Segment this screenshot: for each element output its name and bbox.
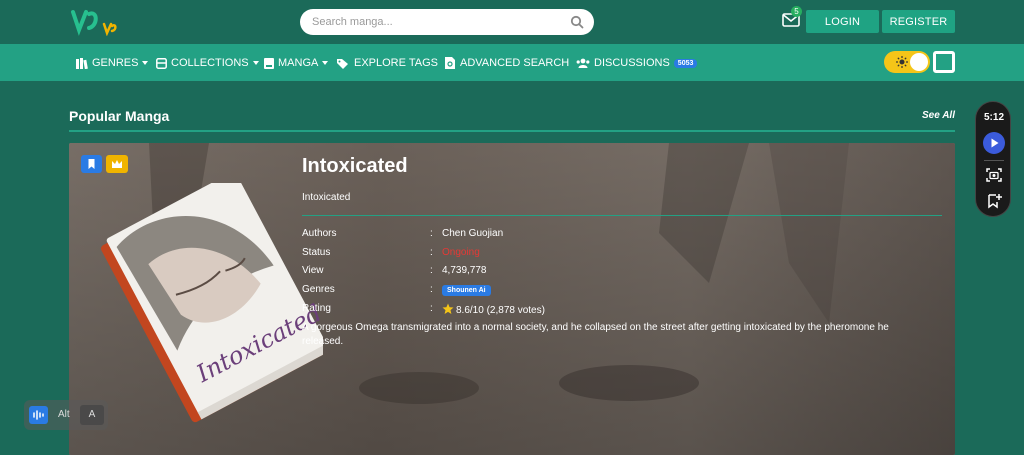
toggle-knob	[910, 53, 928, 71]
crown-button[interactable]	[106, 155, 128, 173]
mail-count-badge: 5	[791, 6, 802, 17]
collection-icon	[156, 57, 167, 69]
play-button[interactable]	[983, 132, 1005, 154]
colon: :	[430, 284, 433, 295]
see-all-link[interactable]: See All	[922, 110, 955, 121]
nav-collections[interactable]: COLLECTIONS	[156, 55, 259, 71]
discussions-count-badge: 5053	[673, 58, 698, 68]
nav-genres-label: GENRES	[92, 57, 139, 69]
crown-icon	[112, 160, 122, 168]
manga-cover[interactable]: Intoxicated	[83, 183, 323, 423]
info-divider	[302, 215, 942, 216]
bookmark-icon	[88, 159, 95, 169]
audio-wave-icon	[33, 410, 44, 420]
top-header: 5 LOGIN REGISTER	[0, 0, 1024, 44]
alt-text-toggle[interactable]: Alt	[58, 409, 70, 420]
featured-manga-card[interactable]: Intoxicated	[69, 143, 955, 455]
nav-manga[interactable]: MANGA	[264, 55, 329, 71]
view-label: View	[302, 265, 324, 276]
manga-alt-title: Intoxicated	[302, 192, 351, 203]
theme-toggle[interactable]	[884, 51, 930, 73]
floating-side-panel: 5:12	[975, 101, 1011, 217]
genres-value: Shounen Ai	[442, 284, 491, 296]
info-row-status: Status : Ongoing	[302, 247, 902, 261]
book-icon	[264, 57, 274, 69]
manga-title[interactable]: Intoxicated	[302, 155, 408, 178]
colon: :	[430, 247, 433, 258]
main-nav: GENRES COLLECTIONS MANGA EXPLORE TAGS AD…	[0, 44, 1024, 81]
section-title: Popular Manga	[69, 108, 170, 124]
audio-wave-button[interactable]	[29, 406, 48, 424]
star-icon	[442, 303, 454, 314]
play-icon	[991, 138, 999, 148]
status-value: Ongoing	[442, 247, 480, 258]
search-input[interactable]	[312, 16, 562, 28]
users-icon	[576, 58, 590, 68]
font-size-button[interactable]: A	[80, 405, 104, 425]
authors-label: Authors	[302, 228, 337, 239]
login-button[interactable]: LOGIN	[806, 10, 879, 33]
file-search-icon	[445, 57, 455, 69]
manga-synopsis: A gorgeous Omega transmigrated into a no…	[302, 322, 889, 347]
nav-genres[interactable]: GENRES	[76, 55, 149, 71]
rating-value: 8.6/10 (2,878 votes)	[456, 305, 545, 316]
sun-icon	[896, 56, 908, 68]
accessibility-widget: Alt A	[24, 400, 108, 430]
rating-label: Rating	[302, 303, 331, 314]
chevron-down-icon	[322, 61, 329, 65]
nav-discussions[interactable]: DISCUSSIONS 5053	[576, 55, 698, 71]
rating-value-wrap: 8.6/10 (2,878 votes)	[442, 303, 545, 316]
view-value: 4,739,778	[442, 265, 487, 276]
section-divider	[69, 130, 955, 132]
nav-explore-tags[interactable]: EXPLORE TAGS	[337, 55, 438, 71]
nav-manga-label: MANGA	[278, 57, 319, 69]
info-row-view: View : 4,739,778	[302, 265, 902, 279]
genres-label: Genres	[302, 284, 335, 295]
timer-display: 5:12	[983, 112, 1004, 123]
colon: :	[430, 228, 433, 239]
register-button[interactable]: REGISTER	[882, 10, 955, 33]
chevron-down-icon	[252, 61, 259, 65]
info-row-rating: Rating : 8.6/10 (2,878 votes)	[302, 303, 902, 317]
nav-discussions-label: DISCUSSIONS	[594, 57, 670, 69]
genre-tag[interactable]: Shounen Ai	[442, 285, 491, 296]
colon: :	[430, 265, 433, 276]
square-button[interactable]	[933, 51, 955, 73]
info-row-authors: Authors : Chen Guojian	[302, 228, 902, 242]
tags-icon	[337, 58, 348, 69]
status-label: Status	[302, 247, 331, 258]
authors-value[interactable]: Chen Guojian	[442, 228, 503, 239]
search-box[interactable]	[300, 9, 594, 35]
nav-collections-label: COLLECTIONS	[171, 57, 249, 69]
info-row-genres: Genres : Shounen Ai	[302, 284, 902, 298]
chevron-down-icon	[142, 61, 149, 65]
bookmark-button[interactable]	[81, 155, 102, 173]
colon: :	[430, 303, 433, 314]
site-logo[interactable]	[70, 8, 120, 36]
screenshot-icon[interactable]	[986, 167, 1002, 183]
panel-separator	[984, 160, 1004, 161]
nav-explore-tags-label: EXPLORE TAGS	[354, 57, 438, 69]
nav-advanced-search-label: ADVANCED SEARCH	[460, 57, 570, 69]
add-bookmark-icon[interactable]	[986, 193, 1002, 209]
books-icon	[76, 57, 88, 69]
search-icon[interactable]	[570, 15, 584, 29]
nav-advanced-search[interactable]: ADVANCED SEARCH	[445, 55, 569, 71]
